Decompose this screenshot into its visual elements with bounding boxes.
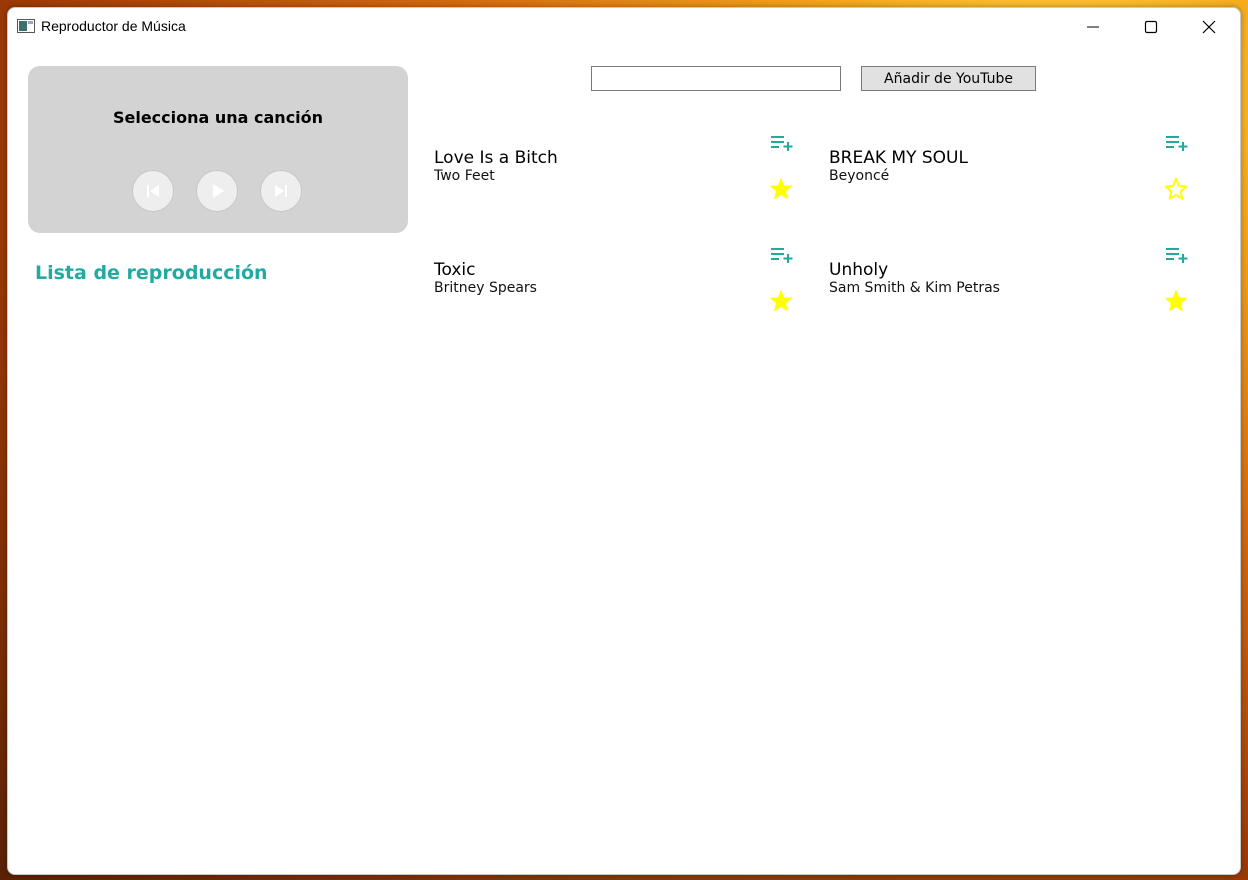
maximize-button[interactable]	[1122, 8, 1180, 46]
play-icon	[213, 184, 224, 198]
favorite-star-filled-icon[interactable]	[768, 288, 794, 314]
song-artist: Britney Spears	[434, 280, 537, 296]
player-panel: Selecciona una canción	[28, 66, 408, 233]
minimize-button[interactable]	[1064, 8, 1122, 46]
song-title: Toxic	[434, 260, 476, 280]
add-to-queue-icon[interactable]	[770, 134, 794, 152]
previous-button[interactable]	[132, 170, 174, 212]
title-bar[interactable]: Reproductor de Música	[8, 8, 1240, 46]
app-icon	[17, 19, 35, 33]
next-icon	[275, 185, 287, 197]
add-to-queue-icon[interactable]	[1165, 134, 1189, 152]
song-artist: Sam Smith & Kim Petras	[829, 280, 1000, 296]
next-button[interactable]	[260, 170, 302, 212]
now-playing-title: Selecciona una canción	[112, 108, 324, 127]
add-to-queue-icon[interactable]	[1165, 246, 1189, 264]
add-from-youtube-button[interactable]: Añadir de YouTube	[861, 66, 1036, 91]
favorite-star-outline-icon[interactable]	[1163, 176, 1189, 202]
maximize-icon	[1144, 20, 1158, 34]
playlist-heading[interactable]: Lista de reproducción	[35, 262, 268, 284]
close-icon	[1202, 20, 1216, 34]
song-card[interactable]: Toxic Britney Spears	[434, 238, 804, 328]
close-button[interactable]	[1180, 8, 1238, 46]
song-card[interactable]: Love Is a Bitch Two Feet	[434, 126, 804, 216]
song-title: BREAK MY SOUL	[829, 148, 968, 168]
song-card[interactable]: BREAK MY SOUL Beyoncé	[829, 126, 1199, 216]
song-artist: Beyoncé	[829, 168, 890, 184]
song-artist: Two Feet	[434, 168, 495, 184]
youtube-url-input[interactable]	[591, 66, 841, 91]
app-window: Reproductor de Música Selecciona una can…	[7, 7, 1241, 875]
add-to-queue-icon[interactable]	[770, 246, 794, 264]
minimize-icon	[1087, 26, 1099, 28]
previous-icon	[147, 185, 159, 197]
song-card[interactable]: Unholy Sam Smith & Kim Petras	[829, 238, 1199, 328]
song-title: Unholy	[829, 260, 889, 280]
favorite-star-filled-icon[interactable]	[1163, 288, 1189, 314]
play-button[interactable]	[196, 170, 238, 212]
favorite-star-filled-icon[interactable]	[768, 176, 794, 202]
song-title: Love Is a Bitch	[434, 148, 558, 168]
window-title: Reproductor de Música	[41, 18, 186, 34]
